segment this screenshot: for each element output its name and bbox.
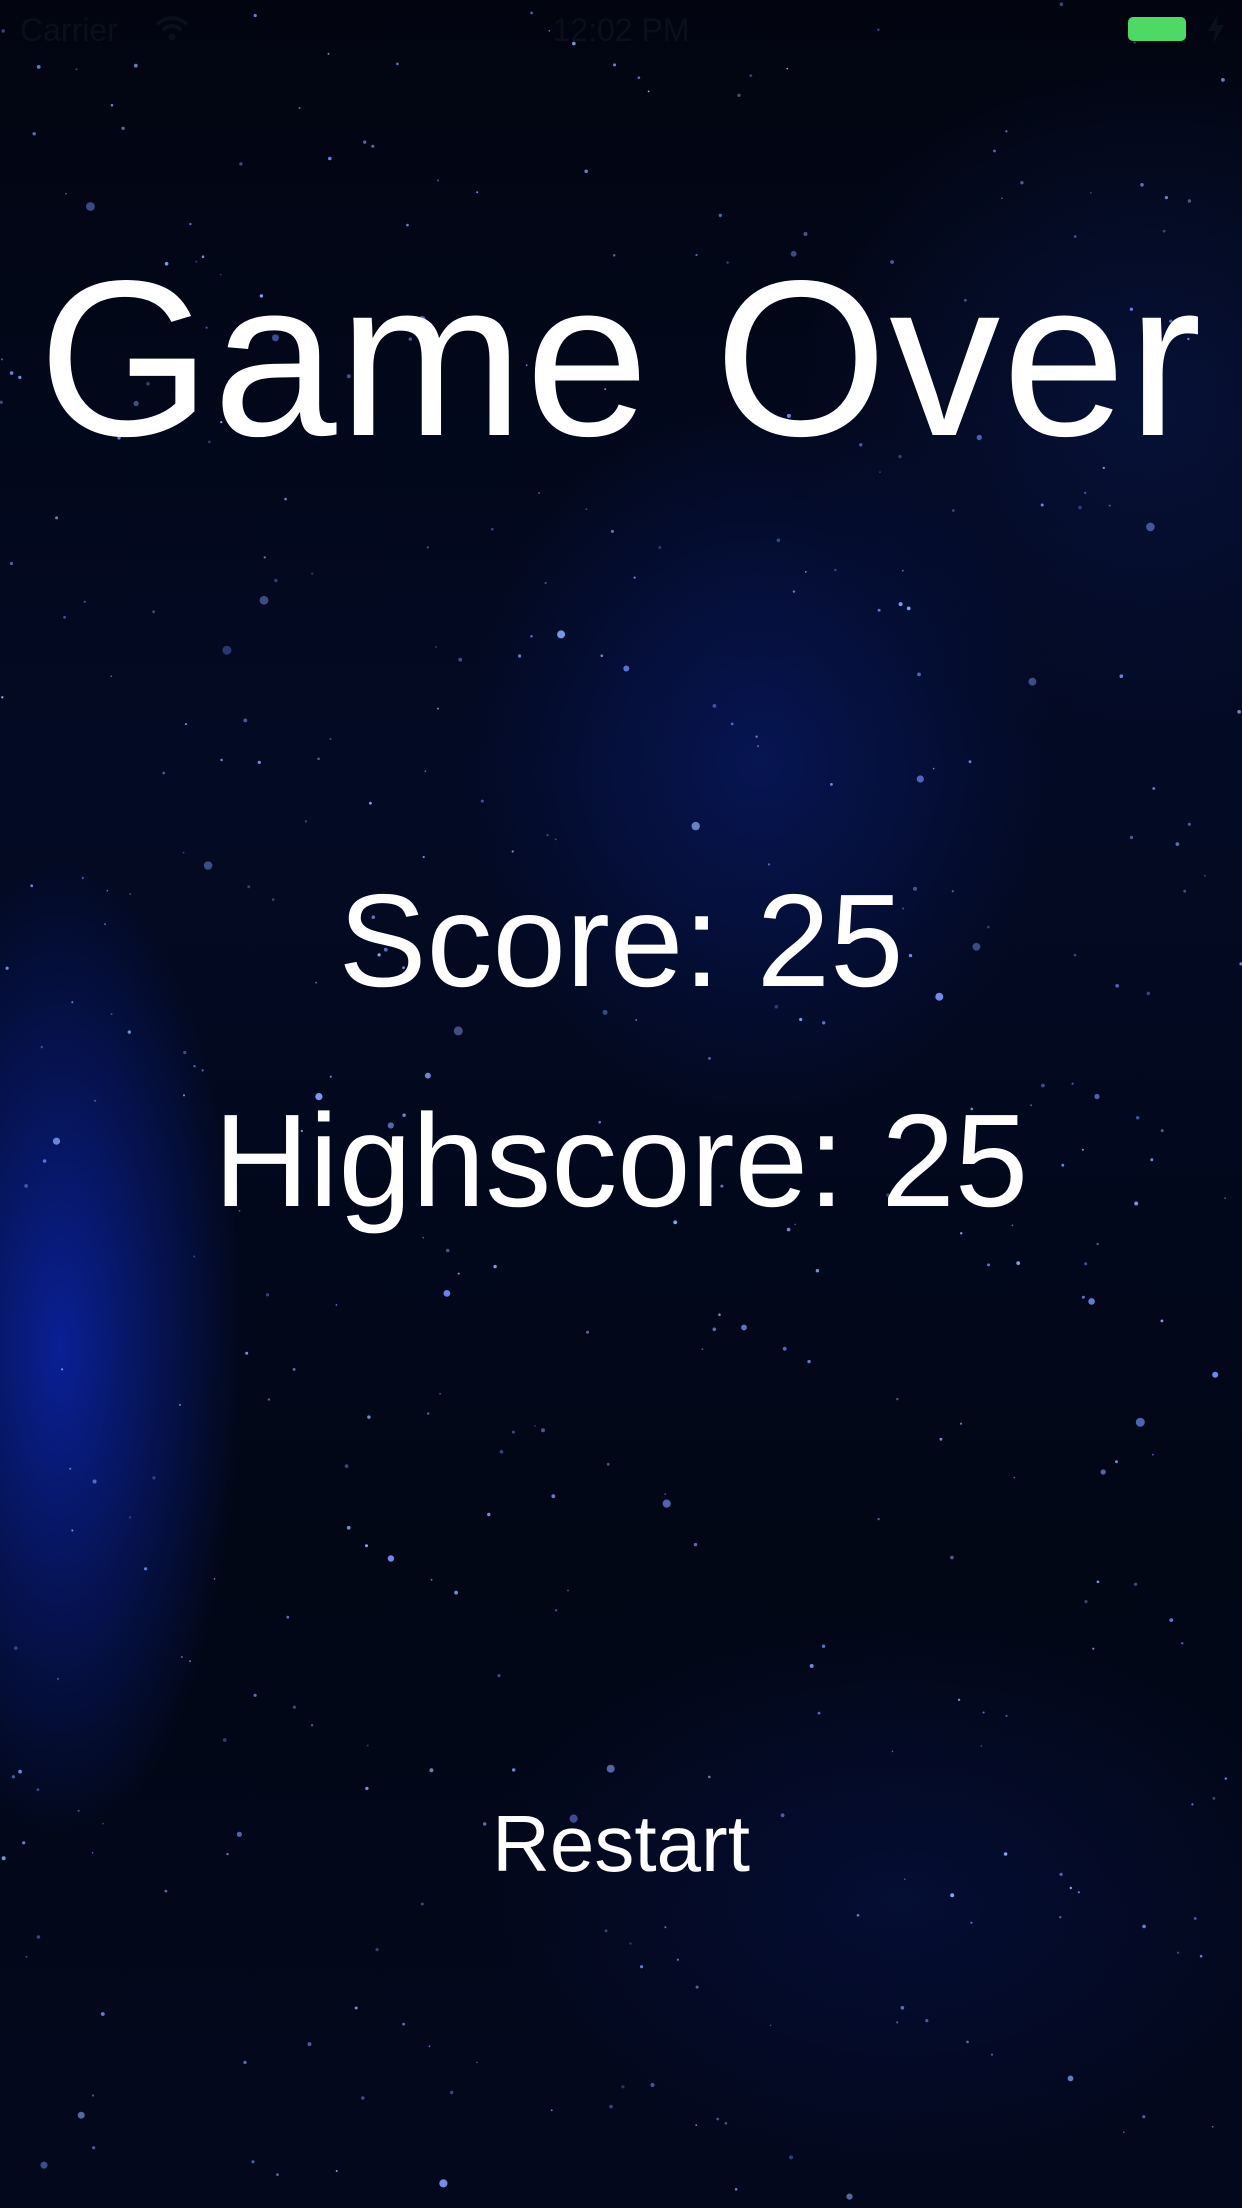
status-time: 12:02 PM [552, 12, 690, 48]
score-label: Score: 25 [338, 867, 904, 1014]
game-over-title: Game Over [38, 235, 1204, 483]
charging-bolt-icon [1208, 14, 1224, 44]
restart-button[interactable]: Restart [460, 1800, 782, 1888]
game-over-screen: Carrier 12:02 PM Game Over Score: 25 Hig… [0, 0, 1242, 2208]
battery-icon [1128, 17, 1186, 41]
status-bar: Carrier 12:02 PM [0, 0, 1242, 60]
highscore-label: Highscore: 25 [213, 1087, 1029, 1234]
